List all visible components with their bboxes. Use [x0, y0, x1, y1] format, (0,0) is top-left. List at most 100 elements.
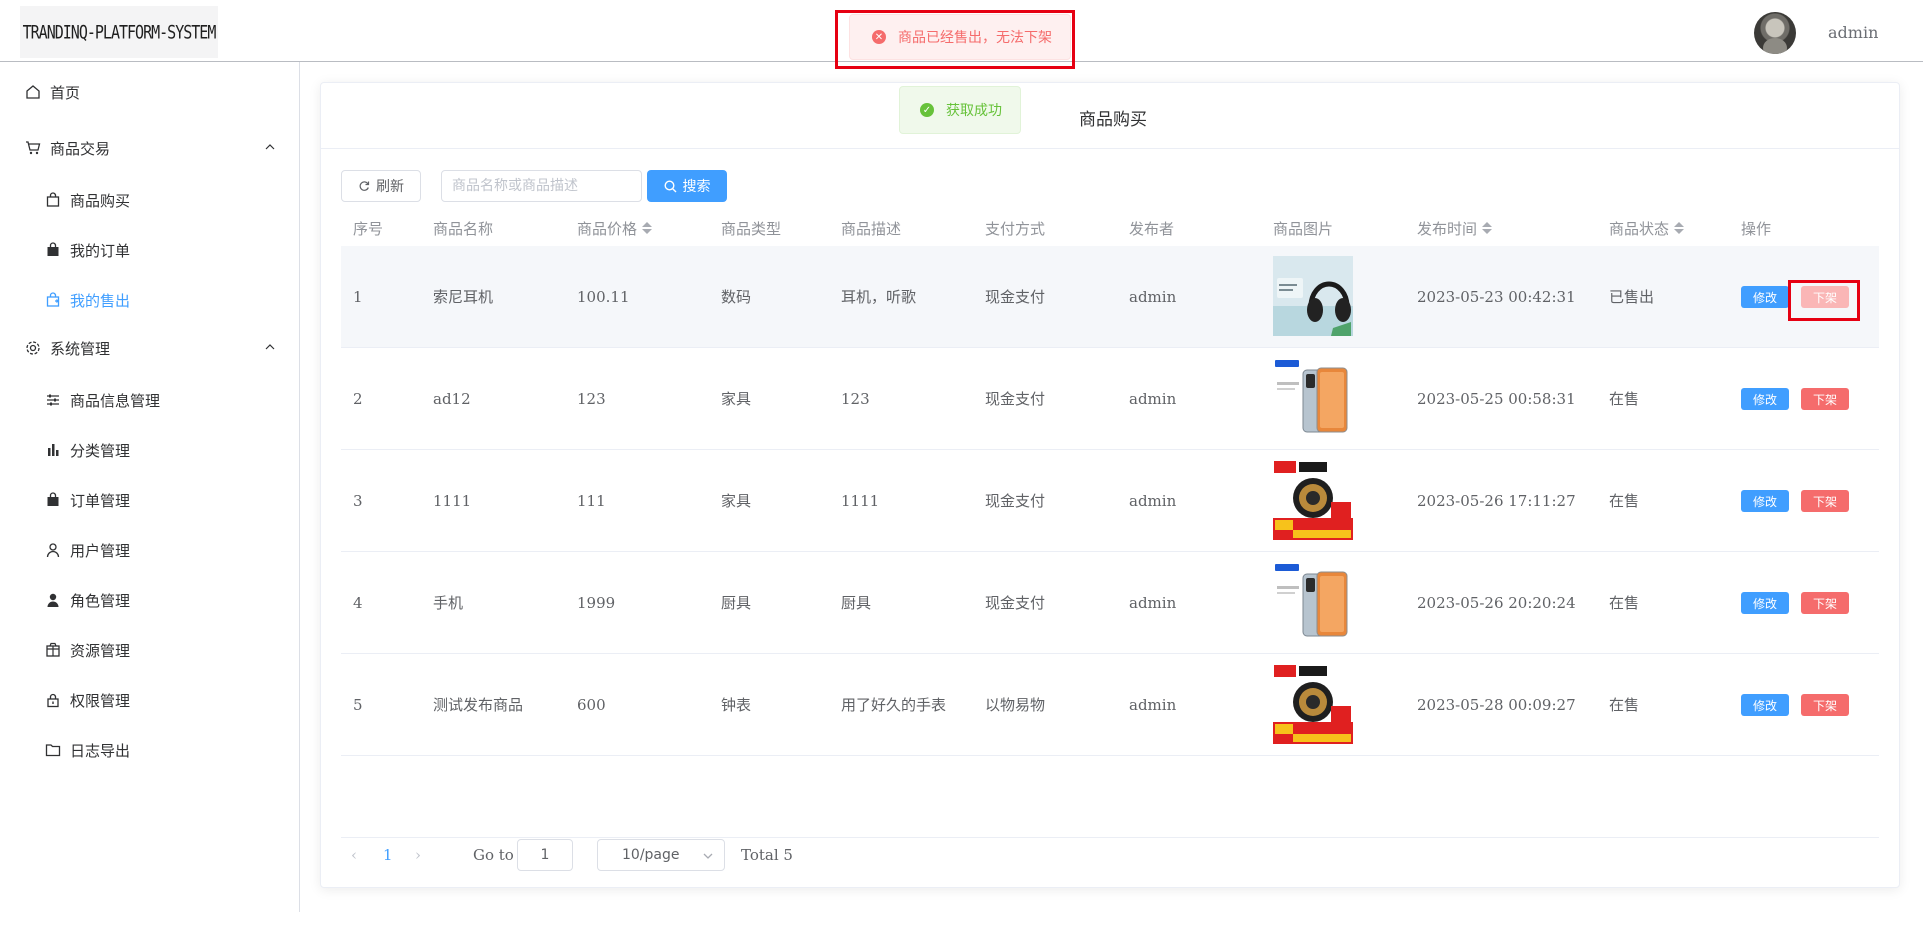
- success-message: 获取成功: [946, 103, 1002, 119]
- column-header: 商品类型: [721, 219, 782, 238]
- cell-status: 在售: [1609, 696, 1640, 714]
- sidebar-item-home[interactable]: 首页: [0, 70, 299, 114]
- edit-button[interactable]: 修改: [1741, 286, 1789, 308]
- cell-name: 测试发布商品: [433, 696, 524, 714]
- refresh-label: 刷新: [376, 179, 404, 195]
- cell-no: 1: [353, 287, 363, 306]
- cell-desc: 用了好久的手表: [841, 696, 947, 714]
- goto-input[interactable]: [517, 839, 573, 871]
- sidebar-item-label: 我的售出: [70, 291, 131, 310]
- take-down-button[interactable]: 下架: [1801, 286, 1849, 308]
- error-toast: ✕ 商品已经售出，无法下架: [849, 14, 1071, 60]
- take-down-button[interactable]: 下架: [1801, 388, 1849, 410]
- sidebar-item-label: 我的订单: [70, 241, 131, 260]
- chevron-down-icon: [703, 853, 713, 859]
- cell-status: 在售: [1609, 594, 1640, 612]
- take-down-button[interactable]: 下架: [1801, 592, 1849, 614]
- edit-button[interactable]: 修改: [1741, 490, 1789, 512]
- sidebar-item-role-mgmt[interactable]: 角色管理: [0, 578, 299, 622]
- cell-price: 111: [577, 491, 606, 510]
- page-title: 商品购买: [1079, 110, 1147, 130]
- sidebar-item-order-mgmt[interactable]: 订单管理: [0, 478, 299, 522]
- column-header-label: 商品状态: [1609, 219, 1670, 238]
- sidebar-group-system[interactable]: 系统管理: [0, 326, 299, 370]
- error-circle-icon: ✕: [872, 30, 886, 44]
- sort-caret-icon[interactable]: [1482, 221, 1493, 235]
- sidebar-item-label: 订单管理: [70, 491, 131, 510]
- user-icon: [44, 541, 62, 559]
- cell-no: 2: [353, 389, 363, 408]
- sidebar-item-buy[interactable]: 商品购买: [0, 178, 299, 222]
- total-count: Total 5: [741, 846, 793, 864]
- edit-button[interactable]: 修改: [1741, 592, 1789, 614]
- search-label: 搜索: [682, 179, 711, 195]
- edit-button[interactable]: 修改: [1741, 694, 1789, 716]
- page-size-select[interactable]: 10/page: [597, 839, 725, 871]
- sliders-icon: [44, 391, 62, 409]
- folder-icon: [44, 741, 62, 759]
- column-header-status[interactable]: 商品状态: [1609, 210, 1685, 246]
- watch-product-image[interactable]: [1273, 664, 1353, 744]
- cell-publisher: admin: [1129, 287, 1177, 306]
- sidebar-group-trade[interactable]: 商品交易: [0, 126, 299, 170]
- sidebar-item-label: 资源管理: [70, 641, 131, 660]
- sidebar: 首页 商品交易 商品购买 我的订单 我的售出 系统管理 商品信息管理 分类管理 …: [0, 62, 300, 912]
- table-row: 3 1111 111 家具 1111 现金支付 admin 2023-05-26…: [341, 450, 1879, 552]
- sidebar-item-label: 商品信息管理: [70, 391, 161, 410]
- cell-desc: 厨具: [841, 594, 872, 612]
- sidebar-item-permission-mgmt[interactable]: 权限管理: [0, 678, 299, 722]
- sidebar-item-label: 日志导出: [70, 741, 131, 760]
- sidebar-group-label: 系统管理: [50, 339, 111, 358]
- search-button[interactable]: 搜索: [647, 170, 727, 202]
- column-header: 发布者: [1129, 219, 1175, 238]
- sort-caret-icon[interactable]: [1674, 221, 1685, 235]
- column-header: 操作: [1741, 219, 1772, 238]
- sidebar-item-goods-info[interactable]: 商品信息管理: [0, 378, 299, 422]
- sidebar-group-label: 商品交易: [50, 139, 111, 158]
- cell-price: 600: [577, 695, 606, 714]
- take-down-button[interactable]: 下架: [1801, 694, 1849, 716]
- watch-product-image[interactable]: [1273, 460, 1353, 540]
- prev-page-icon[interactable]: ‹: [351, 838, 357, 872]
- headphones-product-image[interactable]: [1273, 256, 1353, 336]
- table-row: 2 ad12 123 家具 123 现金支付 admin 2023-05-25 …: [341, 348, 1879, 450]
- take-down-button[interactable]: 下架: [1801, 490, 1849, 512]
- cell-desc: 耳机，听歌: [841, 288, 917, 306]
- cell-time: 2023-05-28 00:09:27: [1417, 695, 1576, 714]
- sidebar-item-my-orders[interactable]: 我的订单: [0, 228, 299, 272]
- username-label[interactable]: admin: [1828, 23, 1878, 42]
- phone-product-image[interactable]: [1273, 358, 1353, 438]
- sidebar-item-label: 权限管理: [70, 691, 131, 710]
- sidebar-item-label: 角色管理: [70, 591, 131, 610]
- bar-chart-icon: [44, 441, 62, 459]
- user-filled-icon: [44, 591, 62, 609]
- main-card: 商品购买 刷新 搜索 序号 商品名称 商品价格 商品类型 商品描述 支付方式 发…: [320, 82, 1900, 888]
- table-row: 1 索尼耳机 100.11 数码 耳机，听歌 现金支付 admin 2023-0…: [341, 246, 1879, 348]
- cell-desc: 123: [841, 389, 870, 408]
- phone-product-image[interactable]: [1273, 562, 1353, 642]
- column-header-time[interactable]: 发布时间: [1417, 210, 1493, 246]
- sidebar-item-category[interactable]: 分类管理: [0, 428, 299, 472]
- edit-button[interactable]: 修改: [1741, 388, 1789, 410]
- column-header-label: 商品价格: [577, 219, 638, 238]
- next-page-icon[interactable]: ›: [415, 838, 421, 872]
- filled-bag-icon: [44, 491, 62, 509]
- cell-name: 1111: [433, 491, 472, 510]
- refresh-button[interactable]: 刷新: [341, 170, 421, 202]
- sidebar-item-my-sales[interactable]: 我的售出: [0, 278, 299, 322]
- refresh-icon: [359, 181, 370, 191]
- gear-icon: [24, 339, 42, 357]
- sidebar-item-resource-mgmt[interactable]: 资源管理: [0, 628, 299, 672]
- page-number[interactable]: 1: [383, 838, 393, 872]
- sidebar-item-user-mgmt[interactable]: 用户管理: [0, 528, 299, 572]
- column-header-price[interactable]: 商品价格: [577, 210, 653, 246]
- app-logo[interactable]: TRANDINQ-PLATFORM-SYSTEM: [20, 6, 218, 58]
- cell-publisher: admin: [1129, 695, 1177, 714]
- sort-caret-icon[interactable]: [642, 221, 653, 235]
- user-avatar[interactable]: [1754, 12, 1796, 54]
- home-icon: [24, 83, 42, 101]
- cell-price: 100.11: [577, 287, 630, 306]
- search-input[interactable]: [441, 170, 642, 202]
- sidebar-item-log-export[interactable]: 日志导出: [0, 728, 299, 772]
- cell-status: 在售: [1609, 390, 1640, 408]
